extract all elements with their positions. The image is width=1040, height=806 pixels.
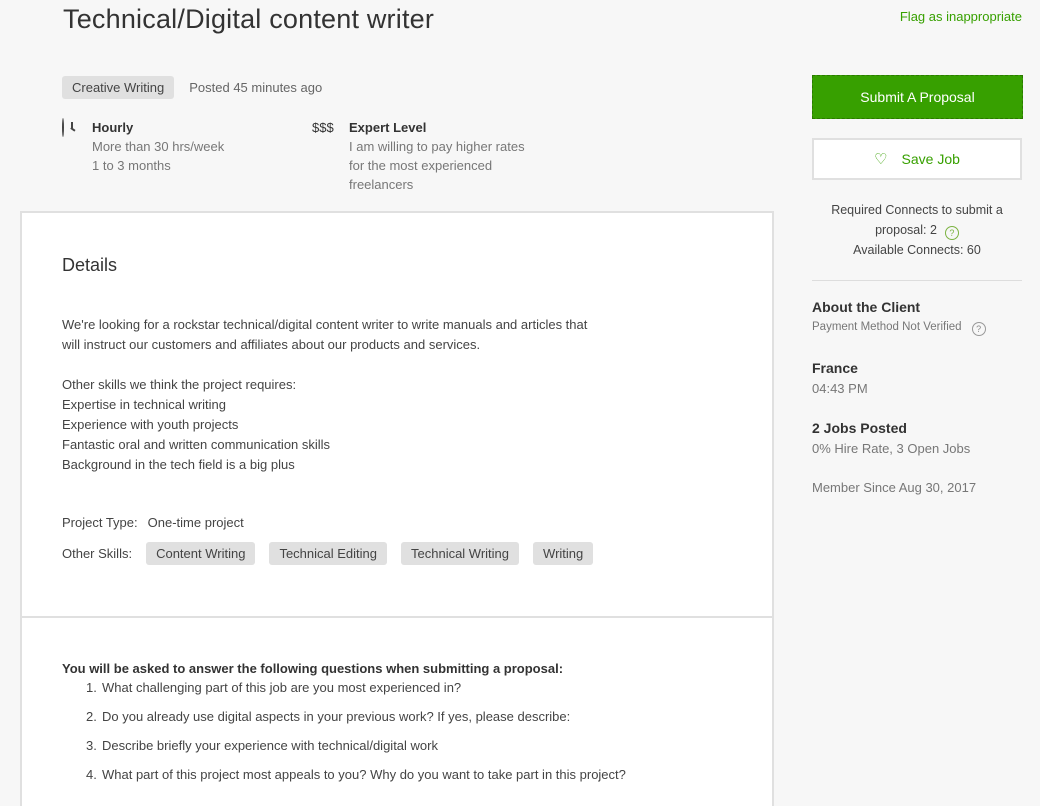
- payment-status-text: Payment Method Not Verified: [812, 321, 962, 333]
- question-item: 4. What part of this project most appeals…: [86, 767, 626, 782]
- client-country: France: [812, 360, 858, 376]
- dollar-icon: $$$: [312, 120, 334, 135]
- hours-per-week: More than 30 hrs/week: [92, 139, 225, 154]
- sidebar-divider: [812, 280, 1022, 281]
- requirement-line: Experience with youth projects: [62, 417, 239, 432]
- job-meta: Creative Writing Posted 45 minutes ago: [62, 76, 322, 99]
- description-line: will instruct our customers and affiliat…: [62, 337, 481, 352]
- hourly-attribute: Hourly More than 30 hrs/week 1 to 3 mont…: [62, 118, 224, 175]
- level-desc-line3: freelancers: [349, 177, 414, 192]
- skill-tag-content-writing[interactable]: Content Writing: [146, 542, 256, 565]
- details-section: Details We're looking for a rockstar tec…: [22, 213, 772, 618]
- connects-required-line2: proposal: 2: [875, 223, 937, 237]
- submit-proposal-button[interactable]: Submit A Proposal: [812, 75, 1023, 119]
- about-client-heading: About the Client: [812, 299, 921, 315]
- skills-intro: Other skills we think the project requir…: [62, 377, 297, 392]
- client-hire-rate: 0% Hire Rate, 3 Open Jobs: [812, 441, 971, 456]
- requirement-line: Fantastic oral and written communication…: [62, 437, 331, 452]
- screening-questions: You will be asked to answer the followin…: [62, 659, 742, 794]
- duration: 1 to 3 months: [92, 158, 171, 173]
- category-badge[interactable]: Creative Writing: [62, 76, 175, 99]
- level-desc-line2: for the most experienced: [349, 158, 493, 173]
- help-icon[interactable]: ?: [971, 322, 986, 336]
- other-skills-label: Other Skills:: [62, 546, 133, 561]
- help-icon[interactable]: ?: [944, 226, 959, 240]
- flag-inappropriate-link[interactable]: Flag as inappropriate: [900, 9, 1022, 24]
- experience-level-attribute: $$$ Expert Level I am willing to pay hig…: [312, 118, 525, 194]
- requirement-line: Background in the tech field is a big pl…: [62, 457, 295, 472]
- posted-time: Posted 45 minutes ago: [189, 80, 323, 95]
- level-title: Expert Level: [349, 120, 427, 135]
- connects-required-line1: Required Connects to submit a: [831, 203, 1003, 217]
- client-local-time: 04:43 PM: [812, 381, 868, 396]
- project-type-label: Project Type:: [62, 515, 138, 530]
- skill-tag-writing[interactable]: Writing: [533, 542, 594, 565]
- details-heading: Details: [62, 255, 118, 275]
- skill-tag-technical-writing[interactable]: Technical Writing: [401, 542, 520, 565]
- description-line: We're looking for a rockstar technical/d…: [62, 317, 588, 332]
- clock-icon: [62, 118, 64, 137]
- questions-list: 1. What challenging part of this job are …: [86, 678, 742, 784]
- connects-available: Available Connects: 60: [853, 243, 981, 257]
- questions-intro: You will be asked to answer the followin…: [62, 661, 564, 676]
- other-skills: Other Skills: Content Writing Technical …: [62, 542, 607, 565]
- client-jobs-posted: 2 Jobs Posted: [812, 420, 907, 436]
- details-card: Details We're looking for a rockstar tec…: [20, 211, 774, 806]
- project-type-value: One-time project: [147, 515, 244, 530]
- question-item: 2. Do you already use digital aspects in …: [86, 709, 571, 724]
- level-desc-line1: I am willing to pay higher rates: [349, 139, 525, 154]
- connects-info: Required Connects to submit a proposal: …: [812, 200, 1022, 260]
- project-type: Project Type: One-time project: [62, 515, 244, 530]
- client-member-since: Member Since Aug 30, 2017: [812, 480, 977, 495]
- hourly-title: Hourly: [92, 120, 134, 135]
- requirement-line: Expertise in technical writing: [62, 397, 227, 412]
- heart-icon: ♡: [874, 151, 888, 168]
- save-job-label: Save Job: [901, 151, 960, 167]
- save-job-button[interactable]: ♡ Save Job: [812, 138, 1022, 180]
- skill-tag-technical-editing[interactable]: Technical Editing: [269, 542, 387, 565]
- question-item: 3. Describe briefly your experience with …: [86, 738, 438, 753]
- job-title: Technical/Digital content writer: [63, 4, 435, 34]
- payment-status: Payment Method Not Verified?: [812, 321, 986, 336]
- question-item: 1. What challenging part of this job are …: [86, 680, 462, 695]
- job-description: We're looking for a rockstar technical/d…: [62, 315, 742, 475]
